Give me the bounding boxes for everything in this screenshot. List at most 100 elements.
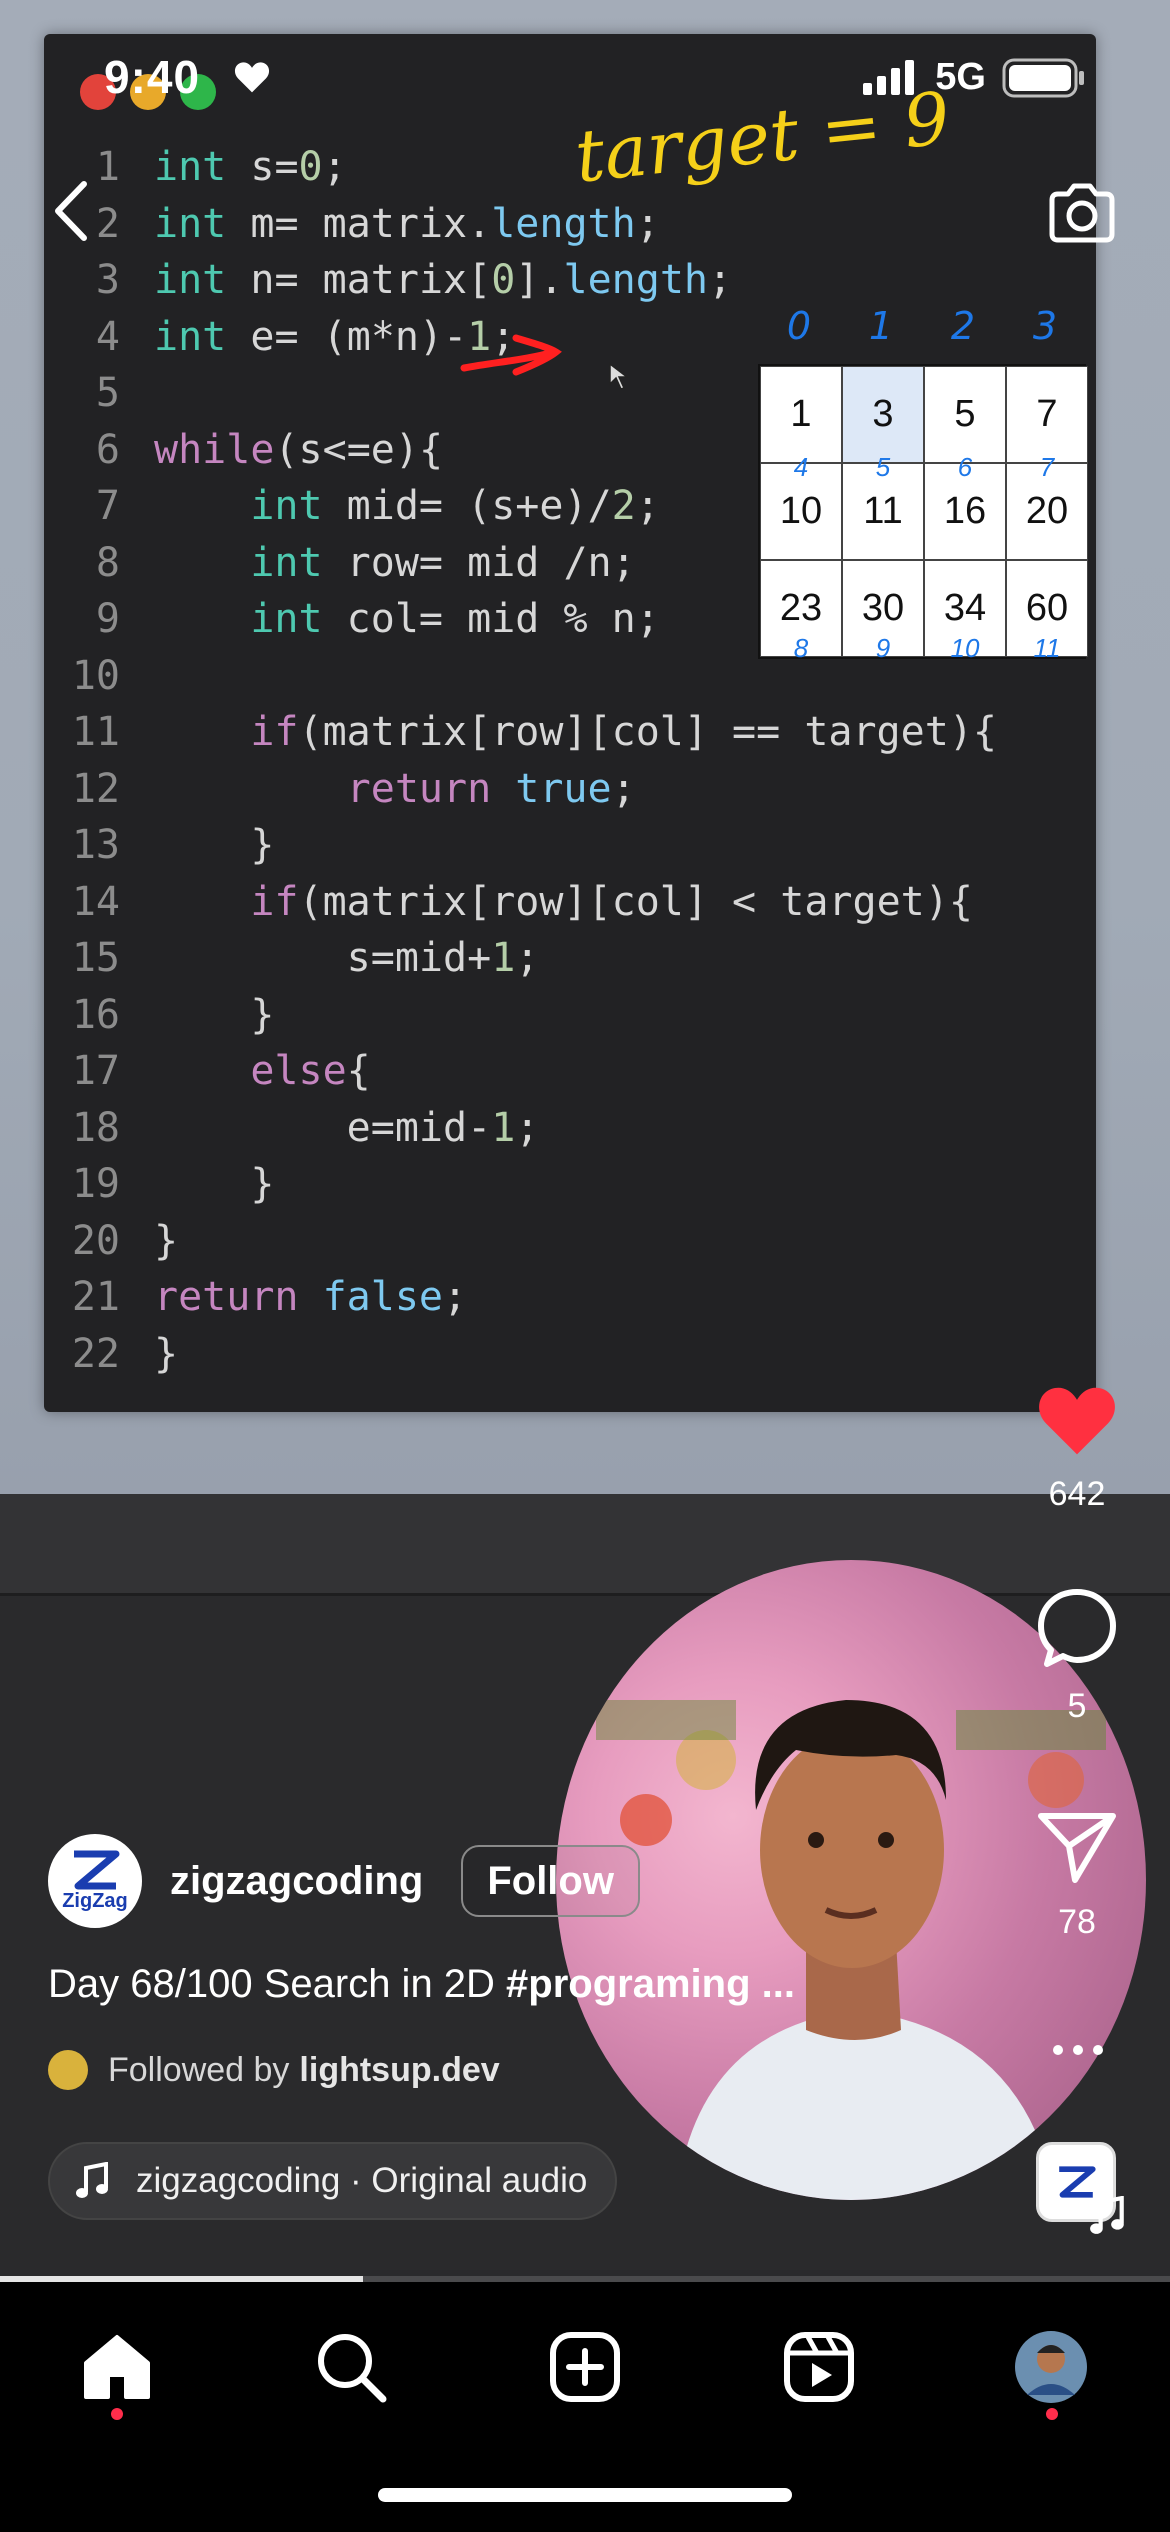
matrix-cell-value: 16 bbox=[943, 490, 987, 532]
caption-hashtag[interactable]: #programing ... bbox=[506, 1962, 795, 2006]
more-options-icon[interactable] bbox=[1052, 2040, 1104, 2060]
like-heart-icon[interactable] bbox=[1033, 1378, 1121, 1458]
profile-avatar bbox=[1015, 2331, 1087, 2403]
code-text: s=mid+1; bbox=[346, 935, 540, 981]
line-number: 12 bbox=[71, 765, 120, 812]
matrix-cell-index: 6 bbox=[957, 452, 973, 482]
profile-notification-dot bbox=[1046, 2408, 1058, 2420]
tab-create[interactable] bbox=[540, 2322, 630, 2412]
matrix-cell-value: 3 bbox=[872, 393, 894, 435]
audio-pill[interactable]: zigzagcoding · Original audio bbox=[48, 2142, 618, 2220]
red-arrow-annotation bbox=[460, 334, 562, 376]
audio-label: zigzagcoding · Original audio bbox=[136, 2161, 588, 2200]
comment-icon[interactable] bbox=[1035, 1586, 1119, 1670]
status-time: 9:40 bbox=[104, 51, 201, 103]
author-avatar[interactable]: ZigZag bbox=[48, 1834, 142, 1928]
mouse-cursor-icon bbox=[609, 362, 630, 390]
comment-count: 5 bbox=[1067, 1687, 1087, 1725]
tab-reels[interactable] bbox=[774, 2322, 864, 2412]
matrix-column-indices: 0 1 2 3 bbox=[758, 294, 1086, 364]
matrix-cell: 1 bbox=[760, 366, 842, 463]
column-index: 0 bbox=[786, 304, 812, 348]
matrix-cell-index: 11 bbox=[1033, 633, 1061, 663]
line-number: 9 bbox=[95, 596, 120, 642]
matrix-cell: 11 5 bbox=[842, 452, 924, 560]
code-text: while(s<=e){ bbox=[154, 426, 444, 473]
line-number: 21 bbox=[71, 1274, 120, 1320]
matrix-cell-value: 5 bbox=[954, 393, 976, 435]
code-text: int col= mid % n; bbox=[250, 596, 660, 642]
code-line: 17 else{ bbox=[44, 1043, 1096, 1100]
code-line: 13 } bbox=[44, 817, 1096, 874]
line-number: 16 bbox=[71, 991, 120, 1038]
tab-home[interactable] bbox=[72, 2322, 162, 2412]
matrix-cell-index: 10 bbox=[950, 633, 980, 663]
tab-profile[interactable] bbox=[1006, 2322, 1096, 2412]
author-row: ZigZag zigzagcoding Follow bbox=[48, 1834, 640, 1928]
matrix-cell-value: 34 bbox=[943, 587, 987, 629]
code-text: int m= matrix.length; bbox=[154, 200, 660, 247]
line-number: 10 bbox=[71, 652, 120, 699]
send-icon[interactable] bbox=[1035, 1806, 1119, 1886]
code-line: 15 s=mid+1; bbox=[44, 930, 1096, 987]
matrix-grid: 1 3 5 7 10 4 11 5 16 6 20 7 23 8 30 9 34 10 60 11 bbox=[758, 364, 1088, 663]
zigzag-audio-logo-icon bbox=[1059, 2166, 1096, 2198]
code-line: 1 int s=0; bbox=[44, 139, 1096, 196]
add-post-icon bbox=[550, 2332, 620, 2402]
camera-button[interactable] bbox=[1044, 176, 1120, 252]
code-text: } bbox=[250, 991, 275, 1038]
line-number: 15 bbox=[71, 935, 120, 981]
followed-by-row[interactable]: Followed by lightsup.dev bbox=[48, 2050, 500, 2090]
code-text: int row= mid /n; bbox=[250, 539, 636, 586]
comment-action[interactable]: 5 bbox=[1030, 1586, 1124, 1726]
matrix-cell-value: 10 bbox=[779, 490, 823, 532]
line-number: 13 bbox=[71, 822, 120, 868]
author-username[interactable]: zigzagcoding bbox=[170, 1859, 423, 1904]
matrix-cell-value: 30 bbox=[861, 587, 905, 629]
matrix-cell: 30 9 bbox=[842, 560, 924, 663]
matrix-cell-index: 5 bbox=[875, 452, 891, 482]
line-number: 4 bbox=[95, 313, 120, 360]
status-right: 5G bbox=[861, 56, 1086, 99]
line-number: 7 bbox=[95, 483, 120, 529]
code-text: int s=0; bbox=[154, 144, 347, 190]
line-number: 19 bbox=[71, 1161, 120, 1207]
column-index: 1 bbox=[868, 304, 894, 348]
matrix-cell: 23 8 bbox=[760, 560, 842, 663]
post-caption[interactable]: Day 68/100 Search in 2D #programing ... bbox=[48, 1962, 795, 2007]
column-index: 3 bbox=[1032, 304, 1058, 348]
follower-avatar bbox=[48, 2050, 88, 2090]
code-text: } bbox=[154, 1217, 179, 1264]
matrix-cell: 5 bbox=[924, 366, 1006, 463]
line-number: 6 bbox=[95, 426, 120, 473]
matrix-cell: 10 4 bbox=[760, 452, 842, 560]
like-count: 642 bbox=[1048, 1475, 1106, 1513]
code-text: if(matrix[row][col] == target){ bbox=[250, 709, 997, 755]
line-number: 5 bbox=[95, 370, 120, 416]
followed-by-user[interactable]: lightsup.dev bbox=[299, 2051, 499, 2090]
matrix-cell-index: 4 bbox=[793, 452, 809, 482]
code-text: return true; bbox=[346, 765, 636, 812]
code-text: int mid= (s+e)/2; bbox=[250, 483, 660, 529]
logo-text: ZigZag bbox=[62, 1889, 128, 1912]
tab-search[interactable] bbox=[306, 2322, 396, 2412]
code-text: } bbox=[250, 822, 275, 868]
back-button[interactable] bbox=[46, 176, 96, 246]
line-number: 22 bbox=[71, 1330, 120, 1377]
share-action[interactable]: 78 bbox=[1030, 1806, 1124, 1942]
matrix-cell-value: 60 bbox=[1025, 587, 1069, 629]
code-line: 21 return false; bbox=[44, 1269, 1096, 1326]
followed-by-prefix: Followed by bbox=[108, 2050, 290, 2089]
line-number: 11 bbox=[71, 709, 120, 755]
like-action[interactable]: 642 bbox=[1030, 1378, 1124, 1514]
follow-button[interactable]: Follow bbox=[461, 1845, 640, 1917]
code-text: e=mid-1; bbox=[346, 1104, 540, 1151]
code-line: 22} bbox=[44, 1326, 1096, 1383]
matrix-cell: 34 10 bbox=[924, 560, 1006, 663]
home-icon bbox=[84, 2335, 150, 2399]
network-type: 5G bbox=[935, 56, 986, 98]
line-number: 17 bbox=[71, 1048, 120, 1094]
line-number: 3 bbox=[95, 257, 120, 303]
matrix-cell-value: 1 bbox=[790, 393, 812, 435]
matrix-cell: 7 bbox=[1006, 366, 1088, 463]
